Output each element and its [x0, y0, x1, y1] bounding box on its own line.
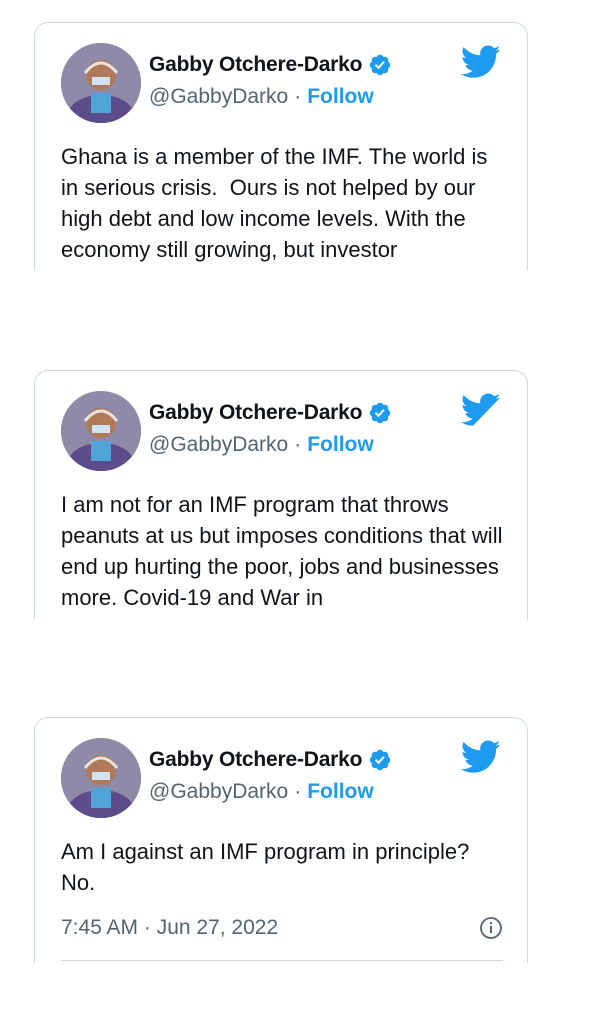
tweet-card[interactable]: Gabby Otchere-Darko @GabbyDarko · Follow…	[34, 717, 528, 963]
twitter-bird-icon[interactable]	[461, 45, 501, 79]
verified-badge-icon	[370, 402, 391, 424]
follow-button[interactable]: Follow	[307, 433, 374, 457]
divider	[61, 960, 503, 961]
follow-button[interactable]: Follow	[307, 85, 374, 109]
author-handle[interactable]: @GabbyDarko	[149, 780, 288, 804]
tweet-header: Gabby Otchere-Darko @GabbyDarko · Follow	[35, 718, 527, 822]
tweet-text: Am I against an IMF program in principle…	[61, 839, 476, 895]
avatar[interactable]	[61, 738, 141, 818]
tweet-meta-row: 7:45 AM · Jun 27, 2022	[35, 916, 527, 940]
separator: ·	[294, 780, 302, 803]
avatar[interactable]	[61, 43, 141, 123]
follow-button[interactable]: Follow	[307, 780, 374, 804]
twitter-bird-icon[interactable]	[461, 740, 501, 774]
separator: ·	[294, 85, 302, 108]
author-name-row: Gabby Otchere-Darko	[149, 53, 392, 77]
tweet-header: Gabby Otchere-Darko @GabbyDarko · Follow	[35, 23, 527, 127]
author-handle-row: @GabbyDarko · Follow	[149, 433, 374, 457]
tweet-header: Gabby Otchere-Darko @GabbyDarko · Follow	[35, 371, 527, 475]
info-icon[interactable]	[479, 916, 503, 940]
twitter-bird-icon[interactable]	[461, 393, 501, 427]
tweet-text: Ghana is a member of the IMF. The world …	[61, 144, 494, 262]
author-handle[interactable]: @GabbyDarko	[149, 85, 288, 109]
tweet-card[interactable]: Gabby Otchere-Darko @GabbyDarko · Follow…	[34, 22, 528, 270]
author-handle-row: @GabbyDarko · Follow	[149, 780, 374, 804]
tweet-text-clip: I am not for an IMF program that throws …	[35, 475, 527, 621]
separator: ·	[294, 433, 302, 456]
author-name-row: Gabby Otchere-Darko	[149, 401, 392, 425]
verified-badge-icon	[370, 54, 391, 76]
timestamp[interactable]: 7:45 AM · Jun 27, 2022	[61, 916, 278, 940]
tweet-card[interactable]: Gabby Otchere-Darko @GabbyDarko · Follow…	[34, 370, 528, 620]
tweet-text: I am not for an IMF program that throws …	[61, 492, 509, 610]
author-handle[interactable]: @GabbyDarko	[149, 433, 288, 457]
author-name-row: Gabby Otchere-Darko	[149, 748, 392, 772]
author-name[interactable]: Gabby Otchere-Darko	[149, 401, 362, 425]
author-handle-row: @GabbyDarko · Follow	[149, 85, 374, 109]
avatar[interactable]	[61, 391, 141, 471]
author-name[interactable]: Gabby Otchere-Darko	[149, 53, 362, 77]
author-name[interactable]: Gabby Otchere-Darko	[149, 748, 362, 772]
verified-badge-icon	[370, 749, 391, 771]
tweet-text-clip: Ghana is a member of the IMF. The world …	[35, 127, 527, 271]
